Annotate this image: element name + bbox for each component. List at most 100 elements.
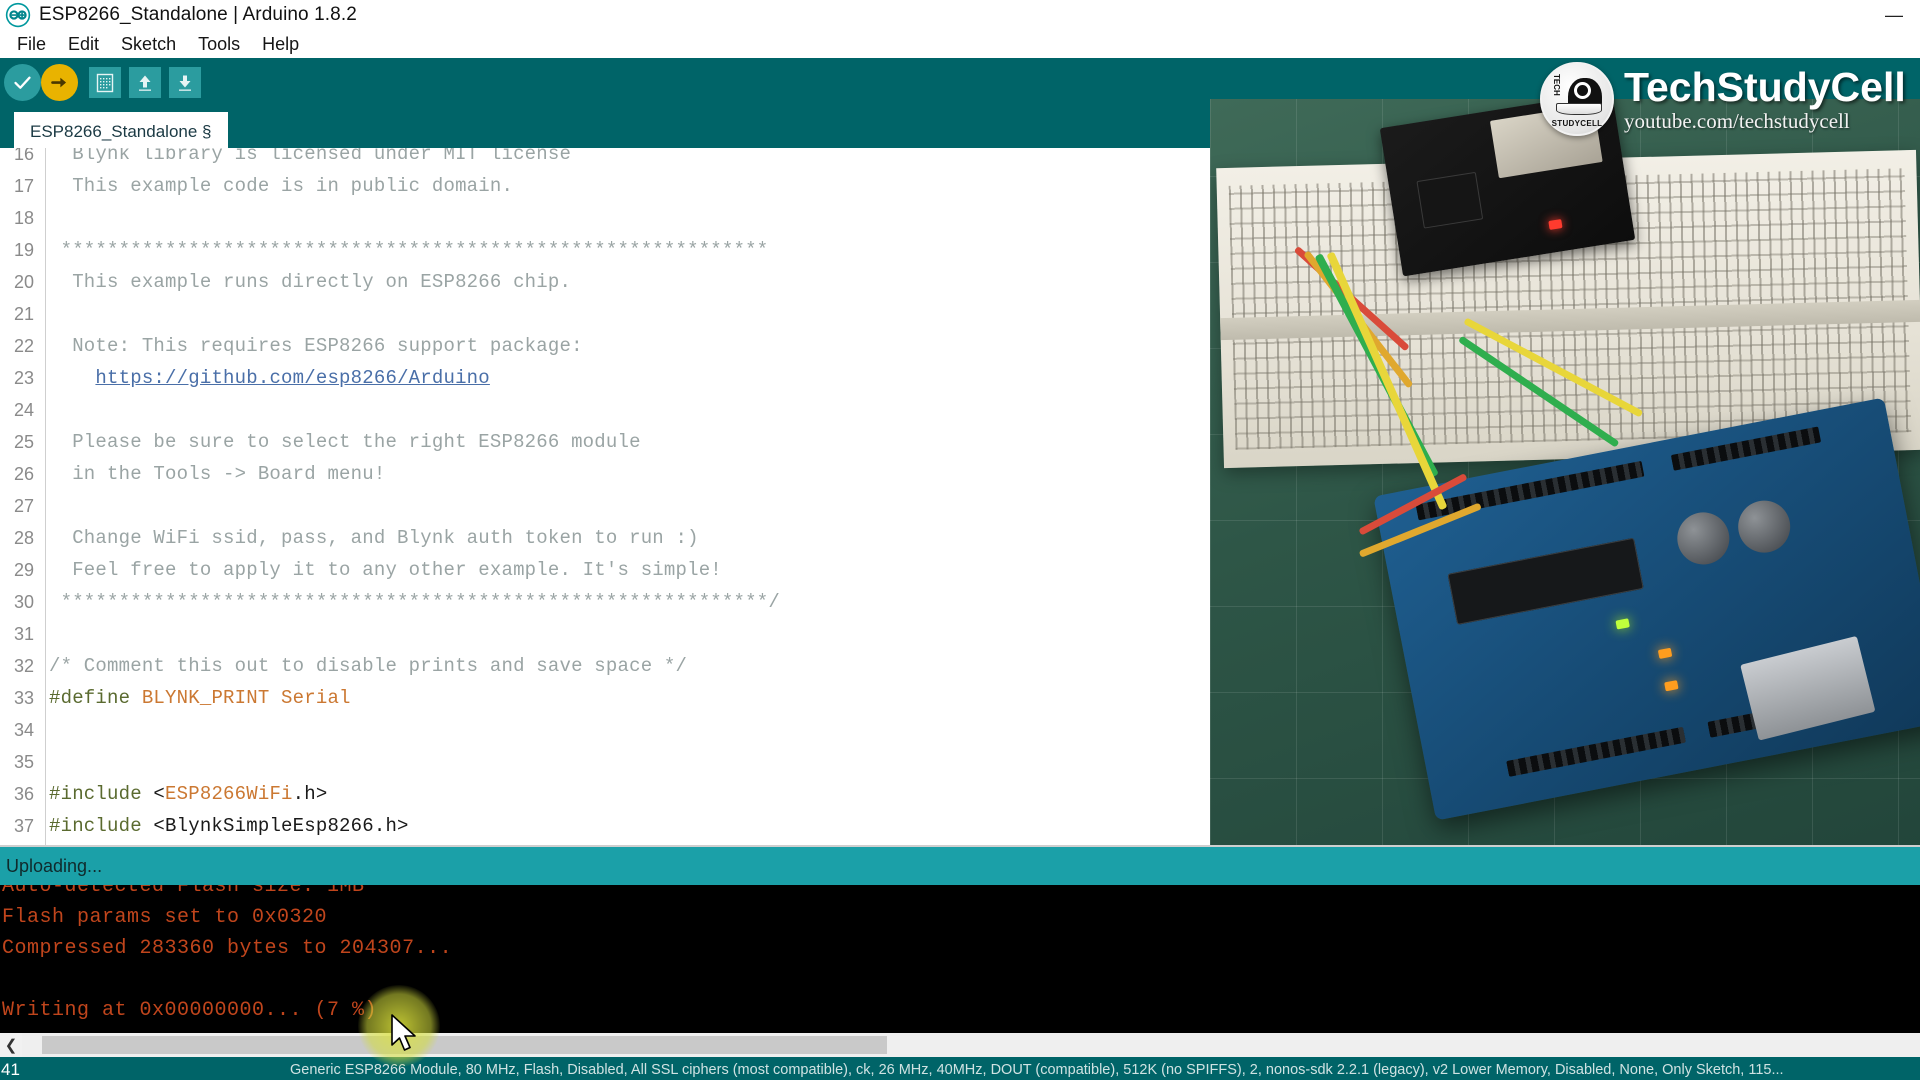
line-number: 24	[0, 400, 40, 421]
code-token: BLYNK_PRINT Serial	[142, 687, 351, 709]
code-token: .h>	[293, 783, 328, 805]
line-number: 35	[0, 752, 40, 773]
esp-power-led	[1548, 219, 1562, 230]
code-text: #include <BlynkSimpleEsp8266.h>	[40, 815, 409, 837]
check-icon	[12, 72, 33, 93]
code-token	[49, 367, 95, 389]
console-lines-container: Auto-detected Flash size: 1MBFlash param…	[0, 885, 1920, 1026]
code-token: Please be sure to select the right ESP82…	[49, 431, 641, 453]
console-line: Flash params set to 0x0320	[0, 902, 1920, 933]
line-number: 30	[0, 592, 40, 613]
code-text: Blynk library is licensed under MIT lice…	[40, 148, 571, 165]
esp8266-chip	[1416, 172, 1483, 229]
line-number: 28	[0, 528, 40, 549]
analog-header	[1506, 727, 1686, 777]
code-token: This example runs directly on ESP8266 ch…	[49, 271, 571, 293]
menu-help[interactable]: Help	[251, 32, 310, 57]
status-strip: Uploading...	[0, 845, 1920, 885]
gear-icon	[1574, 82, 1591, 99]
line-number: 21	[0, 304, 40, 325]
tx-led	[1658, 648, 1672, 659]
line-number: 37	[0, 816, 40, 837]
code-token: <BlynkSimpleEsp8266.h>	[153, 815, 408, 837]
board-configuration-text: Generic ESP8266 Module, 80 MHz, Flash, D…	[290, 1062, 1784, 1078]
console-line	[0, 964, 1920, 995]
window-controls: —	[1868, 0, 1920, 30]
code-token: Change WiFi ssid, pass, and Blynk auth t…	[49, 527, 699, 549]
scrollbar-thumb[interactable]	[42, 1036, 887, 1054]
menu-sketch[interactable]: Sketch	[110, 32, 187, 57]
code-text: Change WiFi ssid, pass, and Blynk auth t…	[40, 527, 699, 549]
arduino-infinity-icon	[5, 2, 31, 28]
rx-led	[1664, 680, 1678, 691]
code-token: in the Tools -> Board menu!	[49, 463, 385, 485]
verify-button[interactable]	[4, 64, 41, 101]
menu-file[interactable]: File	[6, 32, 57, 57]
code-token: Feel free to apply it to any other examp…	[49, 559, 722, 581]
line-number: 31	[0, 624, 40, 645]
menu-bar: File Edit Sketch Tools Help	[0, 30, 1920, 58]
line-number: 36	[0, 784, 40, 805]
scrollbar-track[interactable]	[22, 1033, 1920, 1057]
usb-connector	[1740, 636, 1875, 741]
code-text: Please be sure to select the right ESP82…	[40, 431, 641, 453]
code-text: in the Tools -> Board menu!	[40, 463, 385, 485]
window-title: ESP8266_Standalone | Arduino 1.8.2	[39, 4, 357, 26]
menu-tools[interactable]: Tools	[187, 32, 251, 57]
console-horizontal-scrollbar[interactable]: ❮	[0, 1033, 1920, 1057]
open-sketch-button[interactable]	[129, 67, 161, 98]
menu-edit[interactable]: Edit	[57, 32, 110, 57]
code-token: /* Comment this out to disable prints an…	[49, 655, 687, 677]
new-file-icon	[96, 73, 114, 93]
atmega-ic	[1447, 538, 1643, 625]
code-text: #define BLYNK_PRINT Serial	[40, 687, 351, 709]
line-number: 16	[0, 148, 40, 165]
techstudycell-badge-icon: TECH STUDYCELL	[1540, 62, 1614, 136]
line-number: 29	[0, 560, 40, 581]
upload-button[interactable]	[41, 64, 78, 101]
capacitor-2	[1734, 496, 1795, 557]
bottom-status-bar: 41 Generic ESP8266 Module, 80 MHz, Flash…	[0, 1057, 1920, 1080]
arrow-up-icon	[136, 73, 154, 93]
code-text: This example code is in public domain.	[40, 175, 513, 197]
console-line: Compressed 283360 bytes to 204307...	[0, 933, 1920, 964]
code-text: ****************************************…	[40, 239, 768, 261]
code-text: #include <ESP8266WiFi.h>	[40, 783, 327, 805]
line-number: 33	[0, 688, 40, 709]
minimize-button[interactable]: —	[1868, 0, 1920, 30]
code-text: Note: This requires ESP8266 support pack…	[40, 335, 583, 357]
console-line: Auto-detected Flash size: 1MB	[0, 885, 1920, 902]
tab-esp8266-standalone[interactable]: ESP8266_Standalone §	[14, 112, 228, 151]
line-number: 25	[0, 432, 40, 453]
code-text: /* Comment this out to disable prints an…	[40, 655, 687, 677]
code-text: Feel free to apply it to any other examp…	[40, 559, 722, 581]
code-token: Note: This requires ESP8266 support pack…	[49, 335, 583, 357]
code-text: https://github.com/esp8266/Arduino	[40, 367, 490, 389]
code-token: #define	[49, 687, 142, 709]
code-text: This example runs directly on ESP8266 ch…	[40, 271, 571, 293]
line-number: 19	[0, 240, 40, 261]
console-output[interactable]: Auto-detected Flash size: 1MBFlash param…	[0, 885, 1920, 1033]
line-number: 18	[0, 208, 40, 229]
line-number: 26	[0, 464, 40, 485]
code-token: ****************************************…	[49, 591, 780, 613]
status-message: Uploading...	[6, 856, 102, 877]
line-number: 32	[0, 656, 40, 677]
line-number: 34	[0, 720, 40, 741]
title-bar: ESP8266_Standalone | Arduino 1.8.2 —	[0, 0, 1920, 30]
code-text: ****************************************…	[40, 591, 780, 613]
save-sketch-button[interactable]	[169, 67, 201, 98]
brand-text-block: TechStudyCell youtube.com/techstudycell	[1624, 66, 1906, 133]
brand-watermark: TECH STUDYCELL TechStudyCell youtube.com…	[1540, 62, 1906, 136]
code-token: ESP8266WiFi	[165, 783, 293, 805]
new-sketch-button[interactable]	[89, 67, 121, 98]
chevron-left-icon[interactable]: ❮	[0, 1033, 22, 1057]
arrow-right-icon	[49, 72, 70, 93]
brand-name: TechStudyCell	[1624, 66, 1906, 108]
code-token: ****************************************…	[49, 239, 768, 261]
console-line: Writing at 0x00000000... (7 %)	[0, 995, 1920, 1026]
brand-url: youtube.com/techstudycell	[1624, 109, 1906, 133]
code-token: This example code is in public domain.	[49, 175, 513, 197]
cursor-line-number: 41	[1, 1060, 20, 1080]
arduino-ide-window: ESP8266_Standalone | Arduino 1.8.2 — Fil…	[0, 0, 1920, 1080]
